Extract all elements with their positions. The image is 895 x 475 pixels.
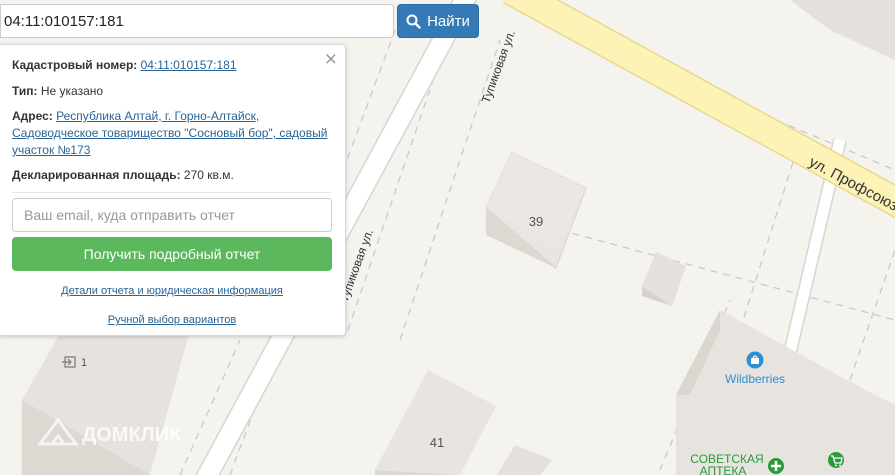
poi-label-wildberries[interactable]: Wildberries — [725, 372, 785, 386]
get-report-button[interactable]: Получить подробный отчет — [12, 237, 332, 271]
poi-label-pharmacy-line2[interactable]: АПТЕКА — [700, 464, 747, 475]
domclick-watermark: ДОМКЛИК — [82, 424, 182, 446]
address-link[interactable]: Республика Алтай, г. Горно-Алтайск, Садо… — [12, 109, 327, 157]
search-button-label: Найти — [427, 12, 470, 30]
shopping-bag-icon[interactable] — [746, 351, 764, 369]
area-row: Декларированная площадь: 270 кв.м. — [12, 167, 331, 184]
manual-selection-link[interactable]: Ручной выбор вариантов — [0, 314, 345, 326]
address-row: Адрес: Республика Алтай, г. Горно-Алтайс… — [12, 108, 331, 159]
email-field[interactable] — [12, 198, 332, 232]
house-number-39: 39 — [529, 214, 543, 229]
house-number-41: 41 — [430, 435, 444, 450]
cadastral-row: Кадастровый номер: 04:11:010157:181 — [12, 57, 331, 74]
search-input[interactable] — [0, 4, 394, 38]
search-icon — [406, 14, 421, 29]
divider — [12, 192, 331, 193]
address-label: Адрес: — [12, 109, 53, 123]
type-row: Тип: Не указано — [12, 83, 331, 100]
parcel-info-card: × Кадастровый номер: 04:11:010157:181 Ти… — [0, 44, 346, 336]
cadastral-label: Кадастровый номер: — [12, 58, 138, 72]
type-label: Тип: — [12, 84, 38, 98]
entrance-label: 1 — [81, 357, 87, 369]
cadastral-number-link[interactable]: 04:11:010157:181 — [141, 58, 237, 72]
pharmacy-cross-icon[interactable] — [768, 458, 784, 474]
area-label: Декларированная площадь: — [12, 168, 181, 182]
report-details-link[interactable]: Детали отчета и юридическая информация — [0, 285, 345, 297]
area-value: 270 кв.м. — [183, 168, 234, 182]
search-button[interactable]: Найти — [397, 4, 479, 38]
shopping-cart-icon[interactable] — [828, 452, 844, 468]
type-value: Не указано — [40, 84, 104, 98]
